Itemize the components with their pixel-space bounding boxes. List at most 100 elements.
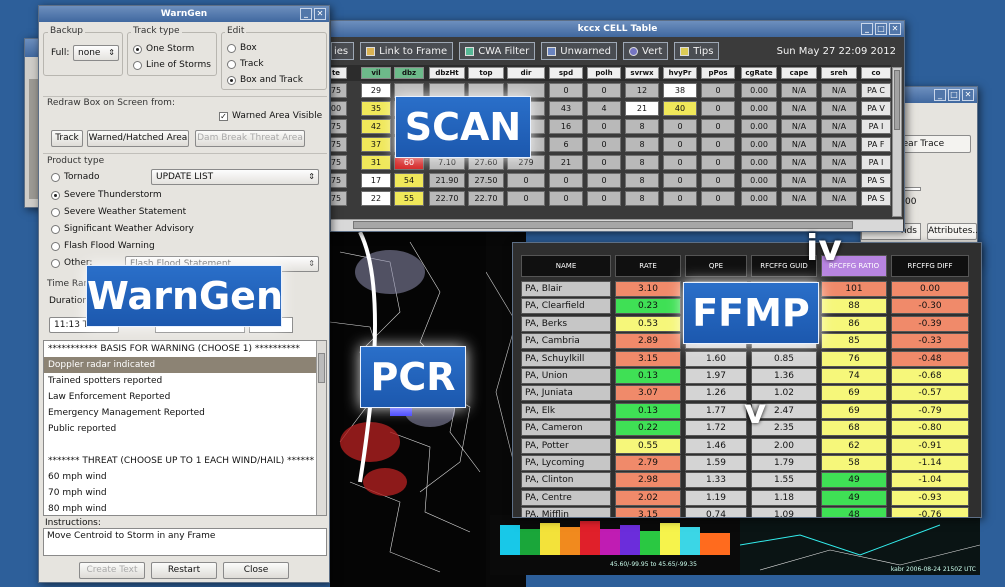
scan-cell: 6 bbox=[549, 137, 583, 152]
scan-table-row[interactable]: 75 17 54 21.90 27.50 0 0 0 8 0 0 0.00 N/A N/A PA S bbox=[331, 173, 891, 189]
close-icon[interactable]: ✕ bbox=[889, 23, 901, 35]
ffmp-basin-name: PA, Berks bbox=[521, 315, 611, 332]
minimize-icon[interactable]: _ bbox=[300, 8, 312, 20]
ffmp-cell: 1.09 bbox=[751, 507, 817, 517]
scan-cell: 0 bbox=[587, 155, 621, 170]
scan-vertical-scrollbar[interactable] bbox=[892, 67, 902, 217]
scan-col-header[interactable]: vil bbox=[361, 67, 391, 79]
ffmp-badge: FFMP bbox=[683, 282, 819, 344]
radio-line-of-storms[interactable]: Line of Storms bbox=[133, 60, 211, 70]
close-icon[interactable]: ✕ bbox=[314, 8, 326, 20]
tips-toggle[interactable]: Tips bbox=[674, 42, 720, 60]
scan-cell: 22.70 bbox=[468, 191, 504, 206]
warning-list-item[interactable] bbox=[44, 437, 326, 453]
warned-area-visible-checkbox[interactable]: ✓ Warned Area Visible bbox=[219, 111, 322, 121]
warning-list-item[interactable]: Law Enforcement Reported bbox=[44, 389, 326, 405]
radar-map[interactable] bbox=[330, 232, 490, 587]
warning-list-item[interactable]: 60 mph wind bbox=[44, 469, 326, 485]
radio-box-and-track[interactable]: Box and Track bbox=[227, 75, 303, 85]
update-list-select[interactable]: UPDATE LIST ⇕ bbox=[151, 169, 319, 185]
scan-col-header[interactable]: spd bbox=[549, 67, 583, 79]
scan-cell: 0 bbox=[507, 173, 545, 188]
scan-cell: 8 bbox=[625, 119, 659, 134]
ffmp-col-header[interactable]: QPE bbox=[685, 255, 747, 277]
scan-cell: 0 bbox=[663, 119, 697, 134]
warning-list-item[interactable]: 70 mph wind bbox=[44, 485, 326, 501]
scan-cell: 22 bbox=[361, 191, 391, 206]
radar-map-graphic bbox=[330, 232, 481, 573]
minimize-icon[interactable]: _ bbox=[934, 89, 946, 101]
maximize-icon[interactable]: □ bbox=[875, 23, 887, 35]
maximize-icon[interactable]: □ bbox=[948, 89, 960, 101]
ffmp-cell: 3.10 bbox=[615, 281, 681, 297]
close-icon[interactable]: ✕ bbox=[962, 89, 974, 101]
ffmp-cell: 2.00 bbox=[751, 437, 817, 454]
scan-col-header[interactable]: dbzHt bbox=[429, 67, 465, 79]
ffmp-cell: 3.07 bbox=[615, 385, 681, 402]
create-text-button[interactable]: Create Text bbox=[79, 562, 145, 579]
warning-basis-list[interactable]: *********** BASIS FOR WARNING (CHOOSE 1)… bbox=[43, 340, 327, 516]
attributes-partial-button[interactable]: ies bbox=[331, 42, 355, 60]
ffmp-cell: -0.79 bbox=[891, 402, 969, 419]
scan-table-row[interactable]: 75 22 55 22.70 22.70 0 0 0 8 0 0 0.00 N/A N/A PA S bbox=[331, 191, 891, 207]
spinner-icon: ⇕ bbox=[308, 259, 315, 268]
warning-list-item[interactable]: 80 mph wind bbox=[44, 501, 326, 515]
ffmp-col-header[interactable]: RFCFFG DIFF bbox=[891, 255, 969, 277]
scan-col-header[interactable]: cgRate bbox=[741, 67, 777, 79]
scan-cell: 0 bbox=[701, 137, 735, 152]
ffmp-col-header[interactable]: NAME bbox=[521, 255, 611, 277]
link-to-frame-toggle[interactable]: Link to Frame bbox=[360, 42, 454, 60]
warning-list-item[interactable]: Trained spotters reported bbox=[44, 373, 326, 389]
warning-list-item[interactable]: ******* THREAT (CHOOSE UP TO 1 EACH WIND… bbox=[44, 453, 326, 469]
attributes-button[interactable]: Attributes... bbox=[927, 223, 977, 240]
list-scrollbar[interactable] bbox=[316, 341, 326, 515]
radio-box[interactable]: Box bbox=[227, 43, 257, 53]
radio-track[interactable]: Track bbox=[227, 59, 264, 69]
warngen-titlebar[interactable]: WarnGen _ ✕ bbox=[39, 6, 329, 22]
radio-tornado[interactable]: Tornado bbox=[51, 172, 99, 182]
warning-list-item[interactable]: *********** BASIS FOR WARNING (CHOOSE 1)… bbox=[44, 341, 326, 357]
warning-list-item[interactable]: Emergency Management Reported bbox=[44, 405, 326, 421]
ffmp-basin-name: PA, Clinton bbox=[521, 472, 611, 489]
scan-col-header[interactable]: hvyPr bbox=[663, 67, 697, 79]
scan-col-header[interactable]: dir bbox=[507, 67, 545, 79]
scan-col-header[interactable]: dbz bbox=[394, 67, 424, 79]
warning-list-item[interactable]: Public reported bbox=[44, 421, 326, 437]
close-button[interactable]: Close bbox=[223, 562, 289, 579]
scan-col-header[interactable]: cape bbox=[781, 67, 817, 79]
scan-col-header[interactable]: sreh bbox=[821, 67, 857, 79]
radio-one-storm[interactable]: One Storm bbox=[133, 44, 194, 54]
radio-severe-weather-statement[interactable]: Severe Weather Statement bbox=[51, 207, 186, 217]
scan-col-header[interactable]: te bbox=[331, 67, 347, 79]
vert-toggle[interactable]: Vert bbox=[623, 42, 669, 60]
spinner-icon: ⇕ bbox=[108, 48, 115, 57]
scan-cell: 37 bbox=[361, 137, 391, 152]
track-button[interactable]: Track bbox=[51, 130, 83, 147]
scan-cell: 0 bbox=[663, 155, 697, 170]
scan-col-header[interactable]: top bbox=[468, 67, 504, 79]
unwarned-toggle[interactable]: Unwarned bbox=[541, 42, 618, 60]
ffmp-cell: 49 bbox=[821, 472, 887, 489]
scan-col-header[interactable]: pPos bbox=[701, 67, 735, 79]
warned-hatched-area-button[interactable]: Warned/Hatched Area bbox=[87, 130, 189, 147]
radio-severe-thunderstorm[interactable]: Severe Thunderstorm bbox=[51, 190, 162, 200]
minimize-icon[interactable]: _ bbox=[861, 23, 873, 35]
full-backup-select[interactable]: none ⇕ bbox=[73, 45, 119, 61]
scan-cell: N/A bbox=[781, 119, 817, 134]
scan-titlebar[interactable]: kccx CELL Table _ □ ✕ bbox=[331, 21, 904, 37]
scan-cell: 0 bbox=[587, 191, 621, 206]
scan-cell: 8 bbox=[625, 191, 659, 206]
scan-col-header[interactable]: svrwx bbox=[625, 67, 659, 79]
instructions-label: Instructions: bbox=[45, 518, 101, 528]
dam-break-threat-area-button[interactable]: Dam Break Threat Area bbox=[195, 130, 305, 147]
scan-col-header[interactable]: co bbox=[861, 67, 891, 79]
radio-significant-weather-advisory[interactable]: Significant Weather Advisory bbox=[51, 224, 194, 234]
roman-iv-label: iv bbox=[806, 228, 842, 269]
radio-flash-flood-warning[interactable]: Flash Flood Warning bbox=[51, 241, 155, 251]
ffmp-col-header[interactable]: RATE bbox=[615, 255, 681, 277]
warning-list-item[interactable]: Doppler radar indicated bbox=[44, 357, 326, 373]
restart-button[interactable]: Restart bbox=[151, 562, 217, 579]
scan-col-header[interactable]: polh bbox=[587, 67, 621, 79]
scan-cell: N/A bbox=[781, 155, 817, 170]
cwa-filter-toggle[interactable]: CWA Filter bbox=[459, 42, 536, 60]
